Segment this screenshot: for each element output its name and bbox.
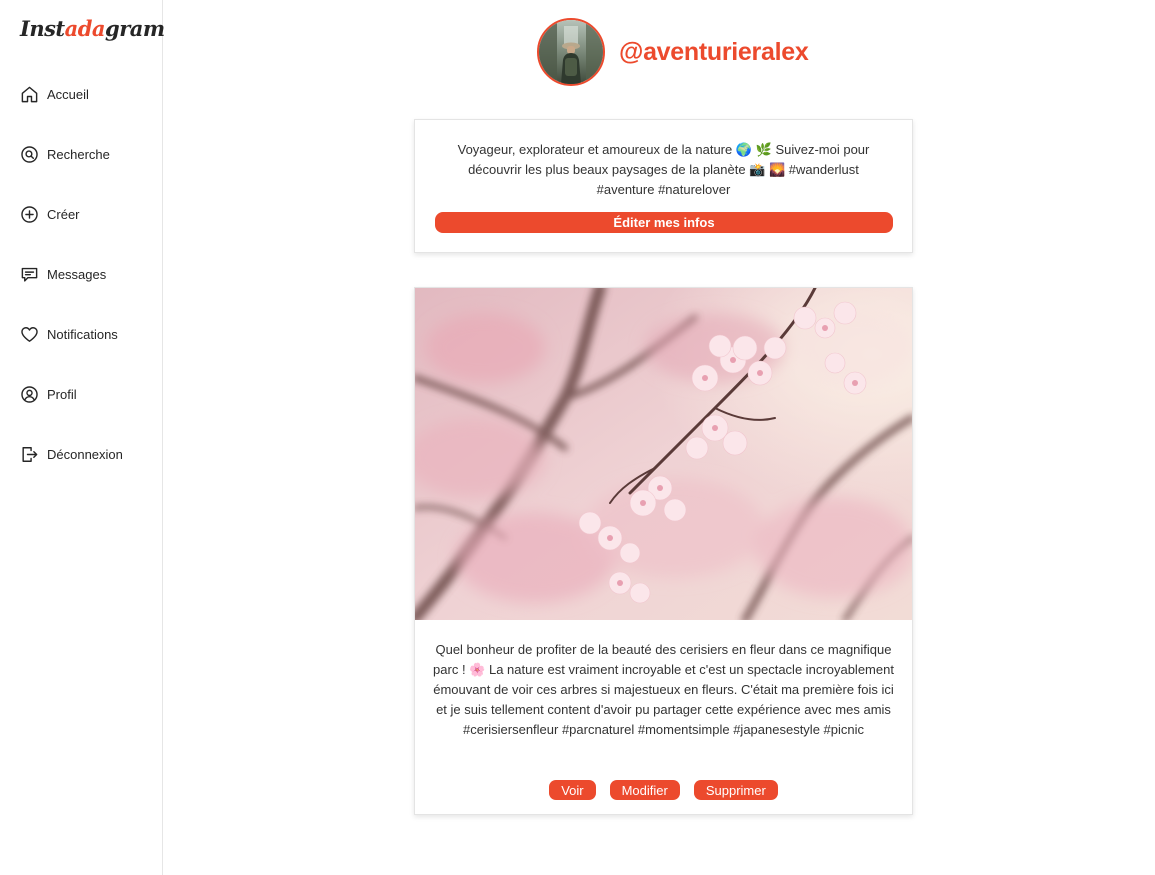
- sidebar-item-deconnexion[interactable]: Déconnexion: [20, 442, 155, 466]
- bio-card: Voyageur, explorateur et amoureux de la …: [414, 119, 913, 253]
- profile-header: @aventurieralex: [537, 18, 809, 86]
- post-actions: Voir Modifier Supprimer: [415, 780, 912, 800]
- logo-accent: ada: [64, 16, 106, 41]
- sidebar-item-label: Accueil: [47, 86, 89, 102]
- sidebar-item-label: Créer: [47, 206, 80, 222]
- bio-text: Voyageur, explorateur et amoureux de la …: [457, 142, 870, 197]
- sidebar-item-accueil[interactable]: Accueil: [20, 82, 155, 106]
- post-card: Quel bonheur de profiter de la beauté de…: [414, 287, 913, 815]
- sidebar-item-profil[interactable]: Profil: [20, 382, 155, 406]
- post-caption: Quel bonheur de profiter de la beauté de…: [433, 642, 894, 737]
- sidebar-item-label: Recherche: [47, 146, 110, 162]
- user-circle-icon: [21, 385, 38, 403]
- sidebar-item-label: Messages: [47, 266, 107, 282]
- sidebar-item-messages[interactable]: Messages: [20, 262, 155, 286]
- view-post-button[interactable]: Voir: [549, 780, 596, 800]
- sidebar-item-creer[interactable]: Créer: [20, 202, 155, 226]
- sidebar-item-notifications[interactable]: Notifications: [20, 322, 155, 346]
- profile-username: @aventurieralex: [619, 37, 809, 66]
- logout-icon: [22, 446, 38, 462]
- delete-post-button[interactable]: Supprimer: [693, 780, 778, 800]
- home-icon: [21, 86, 38, 102]
- message-icon: [21, 267, 38, 282]
- app-logo[interactable]: Instadagram: [20, 16, 165, 41]
- heart-icon: [21, 326, 38, 342]
- edit-post-button[interactable]: Modifier: [609, 780, 680, 800]
- sidebar-item-label: Profil: [47, 386, 77, 402]
- search-icon: [21, 145, 38, 163]
- logo-suffix: gram: [105, 16, 165, 41]
- avatar[interactable]: [537, 18, 605, 86]
- post-image[interactable]: [415, 288, 912, 620]
- sidebar-item-recherche[interactable]: Recherche: [20, 142, 155, 166]
- sidebar: Instadagram Accueil Recherche Créer Mess…: [0, 0, 165, 875]
- sidebar-item-label: Notifications: [47, 326, 118, 342]
- edit-profile-button[interactable]: Éditer mes infos: [435, 212, 893, 233]
- sidebar-item-label: Déconnexion: [47, 446, 123, 462]
- avatar-photo: [539, 20, 603, 84]
- logo-prefix: Inst: [20, 16, 65, 41]
- cherry-blossom-photo: [415, 288, 912, 620]
- plus-circle-icon: [21, 205, 38, 223]
